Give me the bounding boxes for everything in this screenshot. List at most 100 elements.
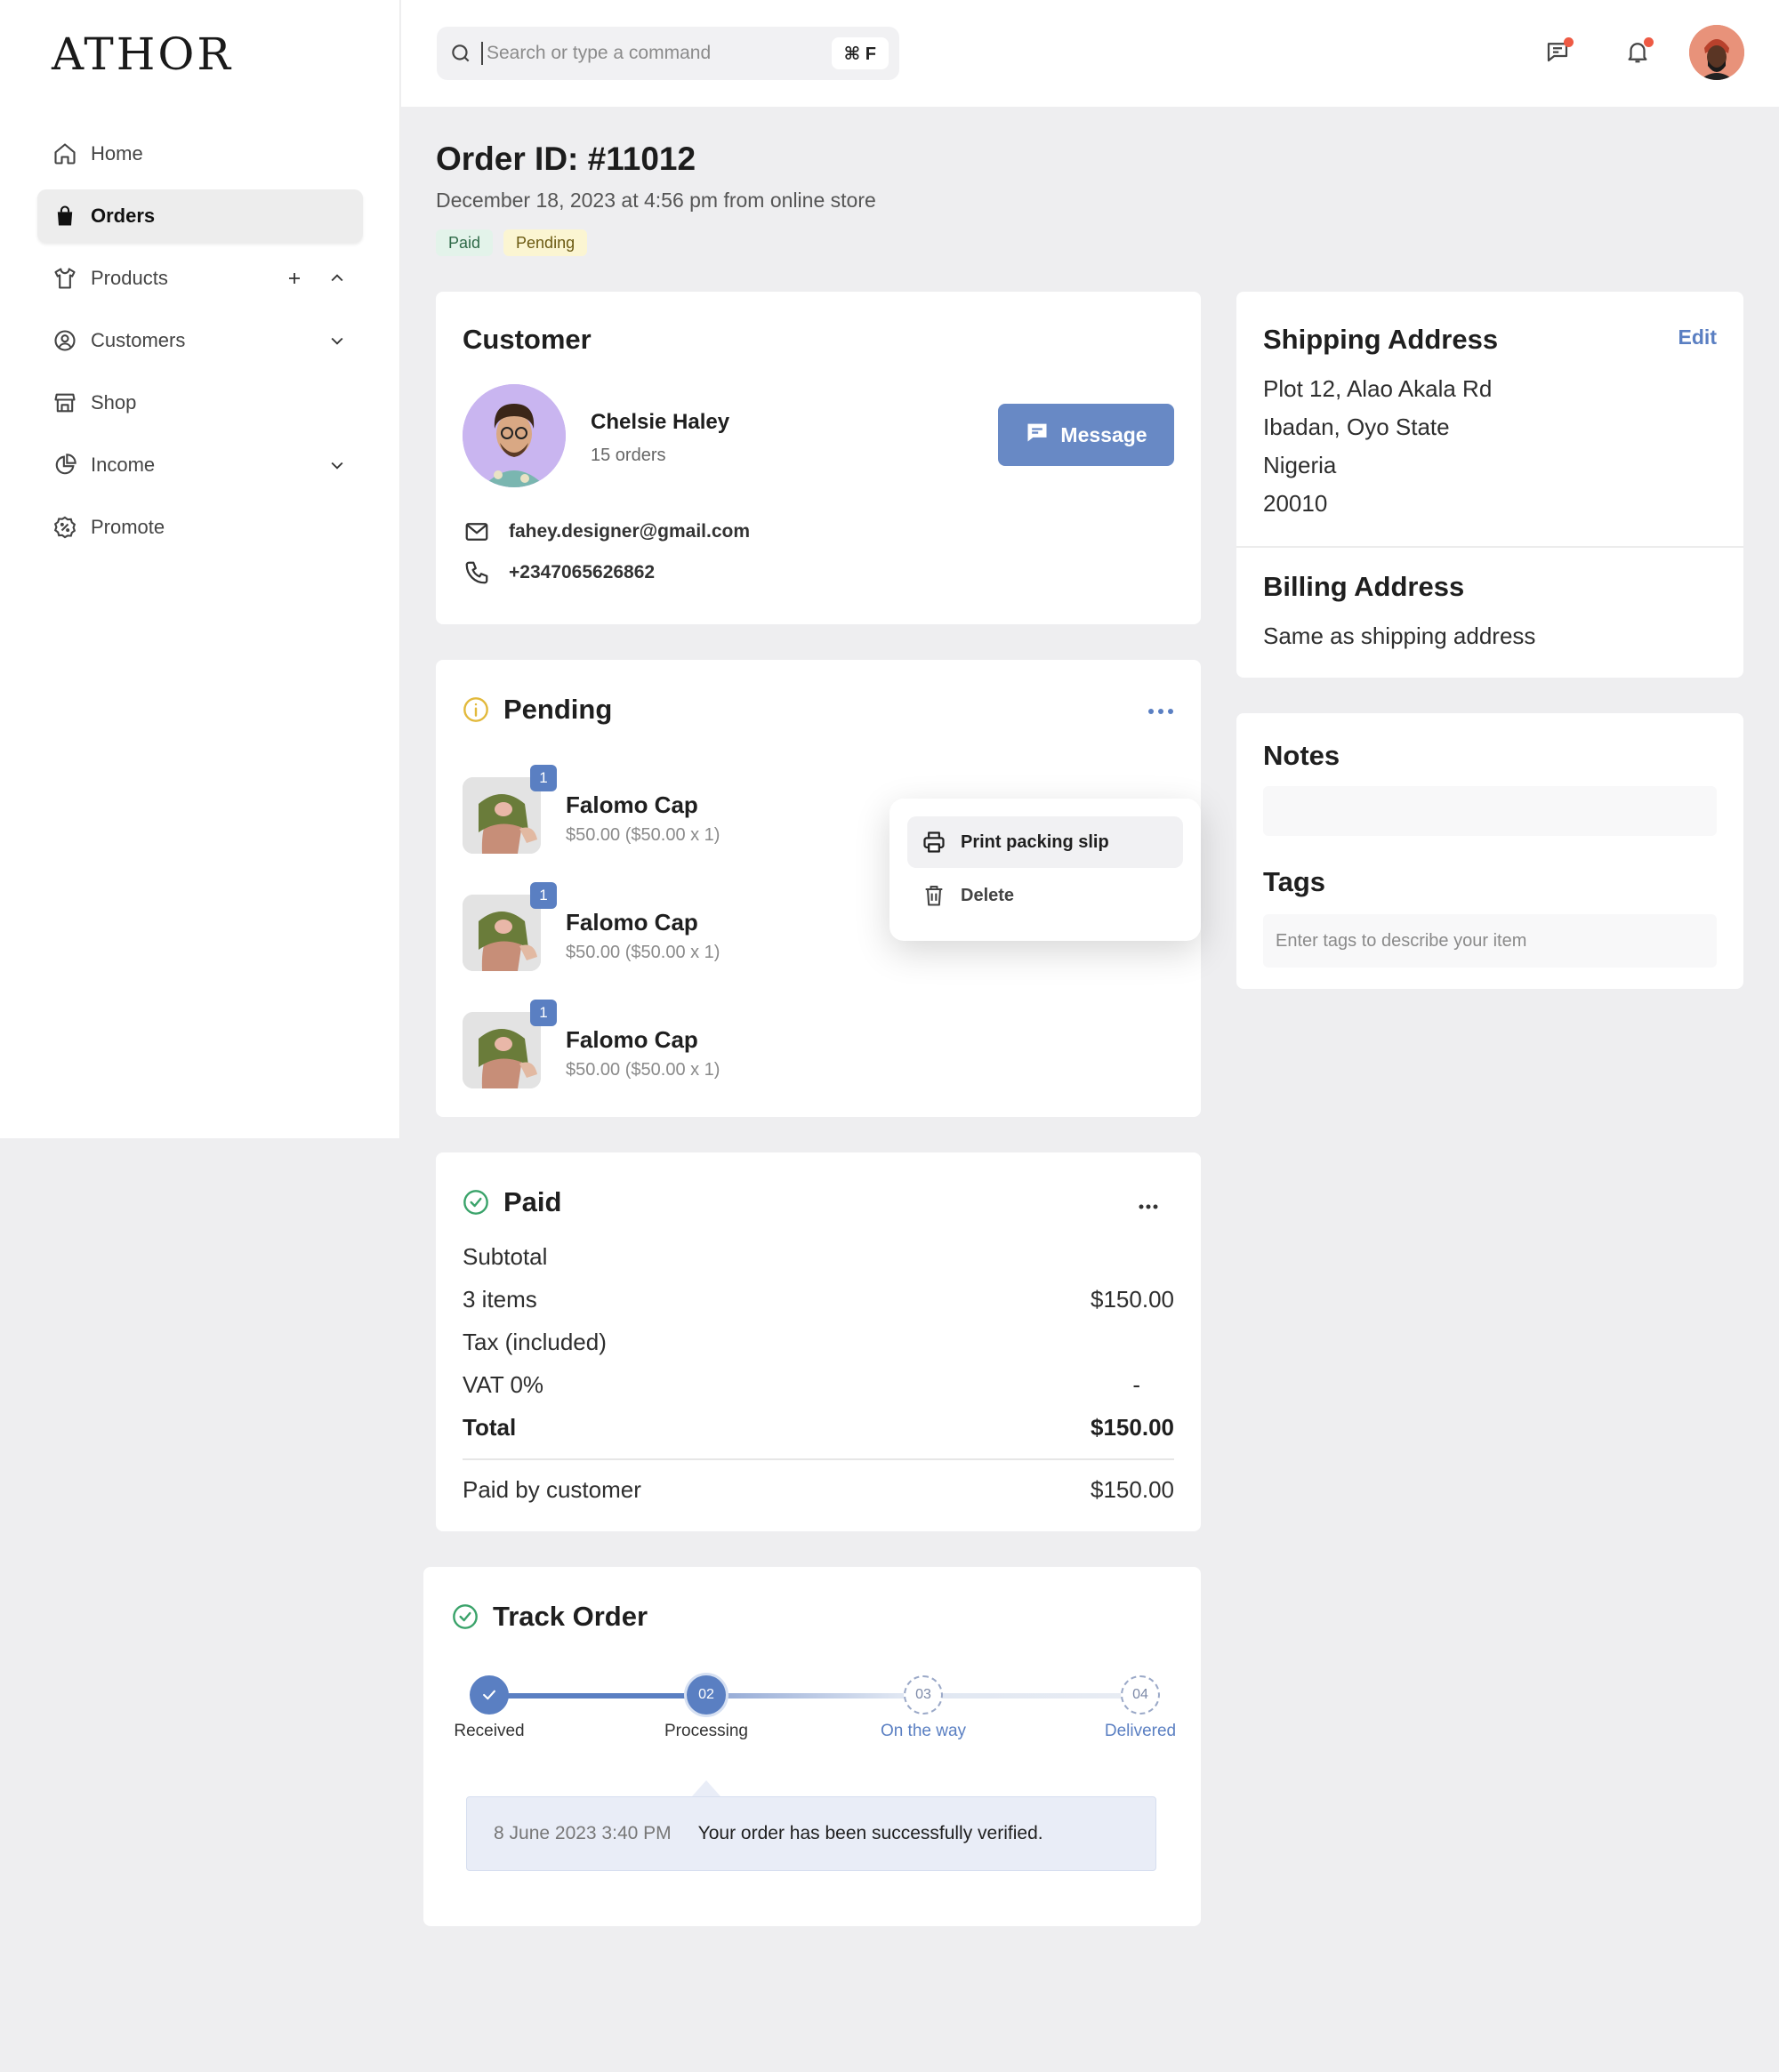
sidebar-item-orders[interactable]: Orders — [37, 189, 363, 243]
quantity-badge: 1 — [530, 882, 557, 909]
message-button-label: Message — [1060, 422, 1147, 446]
sidebar-item-income[interactable]: Income — [37, 438, 363, 492]
address-line: Plot 12, Alao Akala Rd — [1263, 375, 1493, 402]
sidebar-item-label: Products — [91, 267, 168, 289]
more-horizontal-icon — [1148, 709, 1173, 714]
list-item[interactable]: 1 Falomo Cap $50.00 ($50.00 x 1) — [463, 765, 818, 854]
divider — [1236, 546, 1743, 548]
pending-title: Pending — [503, 694, 613, 725]
edit-address-link[interactable]: Edit — [1678, 325, 1717, 349]
summary-row-tax: Tax (included) — [463, 1329, 1174, 1356]
summary-label: Subtotal — [463, 1243, 548, 1270]
address-card: Shipping Address Edit Plot 12, Alao Akal… — [1236, 292, 1743, 678]
pending-header: Pending — [461, 694, 612, 726]
product-name: Falomo Cap — [566, 1026, 698, 1053]
phone-icon — [463, 558, 491, 587]
notes-title: Notes — [1263, 740, 1340, 771]
divider — [463, 1458, 1174, 1460]
chevron-down-icon[interactable] — [324, 327, 350, 354]
tags-input[interactable] — [1263, 914, 1717, 968]
customer-email: fahey.designer@gmail.com — [509, 521, 751, 542]
menu-item-print-packing-slip[interactable]: Print packing slip — [907, 816, 1183, 868]
product-thumbnail — [463, 1012, 541, 1088]
summary-row-vat: VAT 0% - — [463, 1371, 1174, 1399]
pending-more-button[interactable] — [1147, 704, 1174, 715]
notes-input[interactable] — [1263, 786, 1717, 836]
phone-row[interactable]: +2347065626862 — [463, 558, 655, 587]
product-name: Falomo Cap — [566, 791, 698, 818]
billing-address-title: Billing Address — [1263, 571, 1465, 602]
notes-card: Notes Tags — [1236, 713, 1743, 989]
step-on-the-way[interactable]: 03 — [904, 1675, 943, 1715]
product-thumbnail — [463, 895, 541, 971]
sidebar-item-promote[interactable]: Promote — [37, 501, 363, 554]
menu-item-label: Delete — [961, 885, 1015, 905]
message-pointer — [692, 1780, 720, 1796]
sidebar-item-shop[interactable]: Shop — [37, 376, 363, 430]
message-button[interactable]: Message — [998, 404, 1174, 466]
plus-icon[interactable] — [281, 265, 308, 292]
sidebar-item-label: Customers — [91, 329, 186, 351]
notification-dot — [1644, 37, 1654, 47]
search-shortcut-badge: ⌘ F — [831, 37, 889, 69]
home-icon — [52, 141, 78, 167]
email-row[interactable]: fahey.designer@gmail.com — [463, 518, 750, 546]
status-badges: Paid Pending — [436, 229, 588, 256]
check-circle-icon — [450, 1602, 480, 1632]
sidebar-item-label: Home — [91, 142, 143, 165]
check-icon — [483, 1690, 495, 1700]
sidebar-item-label: Shop — [91, 391, 137, 414]
mail-icon — [463, 518, 491, 546]
sidebar-item-home[interactable]: Home — [37, 127, 363, 181]
product-name: Falomo Cap — [566, 909, 698, 936]
step-label-processing: Processing — [664, 1722, 748, 1740]
printer-icon — [922, 830, 946, 855]
list-item[interactable]: 1 Falomo Cap $50.00 ($50.00 x 1) — [463, 1000, 818, 1088]
paid-more-button[interactable] — [1139, 1199, 1158, 1209]
product-price: $50.00 ($50.00 x 1) — [566, 825, 720, 845]
messages-button[interactable] — [1542, 37, 1574, 69]
chevron-down-icon[interactable] — [324, 452, 350, 478]
paid-card: Paid Subtotal 3 items $150.00 Tax (inclu… — [436, 1152, 1201, 1531]
step-label-on-the-way: On the way — [880, 1722, 967, 1740]
step-processing[interactable]: 02 — [687, 1675, 726, 1715]
customer-card-title: Customer — [463, 324, 592, 355]
summary-row-items: 3 items $150.00 — [463, 1286, 1174, 1313]
summary-label: Tax (included) — [463, 1329, 607, 1355]
chevron-up-icon[interactable] — [324, 265, 350, 292]
product-thumbnail — [463, 777, 541, 854]
address-line: Ibadan, Oyo State — [1263, 414, 1450, 440]
list-item[interactable]: 1 Falomo Cap $50.00 ($50.00 x 1) — [463, 882, 818, 971]
step-received[interactable] — [470, 1675, 509, 1715]
progress-line-complete — [489, 1693, 706, 1699]
pending-status-badge: Pending — [503, 229, 588, 256]
summary-value: $150.00 — [1091, 1476, 1174, 1503]
user-avatar[interactable] — [1689, 25, 1744, 80]
sidebar-item-products[interactable]: Products — [37, 252, 363, 305]
sidebar-item-label: Orders — [91, 205, 156, 227]
tracking-message: 8 June 2023 3:40 PM Your order has been … — [466, 1796, 1156, 1871]
customer-card: Customer Chelsie Haley 15 orders Message… — [436, 292, 1201, 624]
step-label-delivered: Delivered — [1104, 1722, 1177, 1740]
search-bar[interactable]: Search or type a command ⌘ F — [437, 27, 899, 80]
app-logo[interactable]: ATHOR — [52, 28, 233, 80]
sidebar-item-customers[interactable]: Customers — [37, 314, 363, 367]
summary-row-total: Total $150.00 — [463, 1414, 1174, 1442]
sidebar: ATHOR Home Orders Products Customers Sho… — [0, 0, 400, 1138]
menu-item-delete[interactable]: Delete — [907, 870, 1183, 921]
paid-title: Paid — [503, 1186, 562, 1217]
menu-item-label: Print packing slip — [961, 831, 1109, 852]
chat-icon — [1025, 420, 1050, 450]
tags-title: Tags — [1263, 866, 1326, 897]
paid-header: Paid — [461, 1186, 561, 1218]
address-line: 20010 — [1263, 490, 1328, 517]
search-input[interactable]: Search or type a command — [487, 43, 711, 64]
billing-address-text: Same as shipping address — [1263, 622, 1536, 649]
summary-row-paid-by-customer: Paid by customer $150.00 — [463, 1476, 1174, 1504]
step-label-received: Received — [454, 1722, 525, 1740]
summary-label: 3 items — [463, 1286, 537, 1313]
summary-value: - — [1132, 1371, 1140, 1398]
step-delivered[interactable]: 04 — [1121, 1675, 1160, 1715]
notifications-button[interactable] — [1622, 37, 1654, 69]
customer-name[interactable]: Chelsie Haley — [591, 410, 729, 435]
